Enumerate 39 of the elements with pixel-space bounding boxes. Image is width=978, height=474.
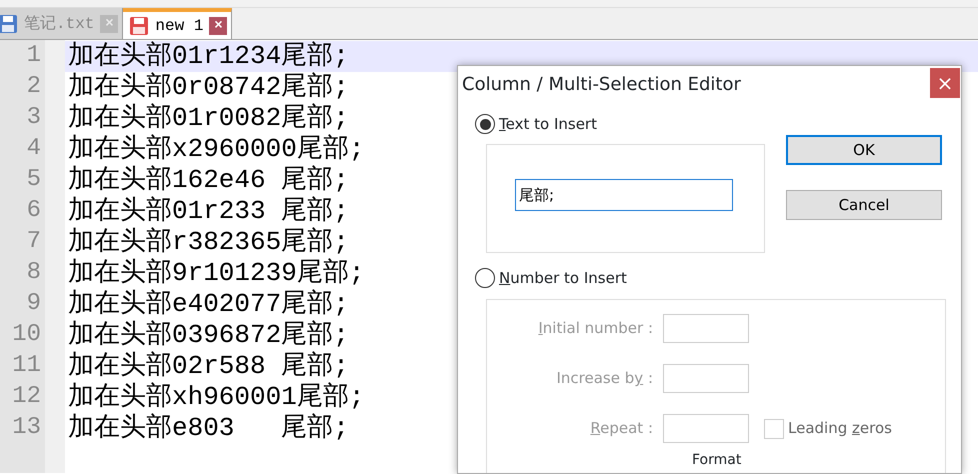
line-number: 12	[11, 382, 42, 412]
line-text: 加在头部x2960000尾部;	[68, 134, 364, 165]
field-label: Increase by :	[556, 368, 654, 390]
dialog-title: Column / Multi-Selection Editor	[461, 73, 742, 97]
line-number: 4	[26, 134, 42, 164]
line-text: 加在头部xh960001尾部;	[68, 382, 364, 413]
group-label: Format	[692, 452, 742, 469]
close-tab-button[interactable]: ×	[209, 16, 228, 34]
field-label: Initial number :	[537, 318, 654, 340]
line-number: 13	[11, 413, 42, 443]
line-text: 加在头部e402077尾部;	[68, 289, 349, 320]
line-number: 10	[11, 320, 42, 350]
line-number: 5	[26, 165, 42, 195]
line-text: 加在头部02r588 尾部;	[68, 351, 349, 382]
tab[interactable]: new 1 ×	[123, 8, 232, 39]
line-text: 加在头部162e46 尾部;	[68, 165, 349, 196]
line-text: 加在头部01r233 尾部;	[68, 196, 349, 227]
line-text: 加在头部01r0082尾部;	[68, 103, 349, 134]
line-number: 9	[26, 289, 42, 319]
line-number: 3	[26, 103, 42, 133]
line-text: 加在头部r382365尾部;	[68, 227, 349, 258]
line-number: 1	[26, 41, 42, 71]
line-text: 加在头部0396872尾部;	[68, 320, 349, 351]
line-number: 11	[11, 351, 42, 381]
checkbox-label: Leading zeros	[788, 418, 892, 440]
dialog-button[interactable]: Cancel	[786, 190, 942, 220]
line-number: 8	[26, 258, 42, 288]
line-number: 2	[26, 72, 42, 102]
field-label: Repeat :	[589, 418, 654, 440]
text-input-field[interactable]: 尾部;	[515, 179, 733, 211]
line-number: 6	[26, 196, 42, 226]
line-number: 7	[26, 227, 42, 257]
line-text: 加在头部01r1234尾部;	[68, 41, 349, 72]
line-text: 加在头部e803 尾部;	[68, 413, 349, 444]
radio-option[interactable]: Text to Insert	[475, 113, 597, 136]
close-button[interactable]: ×	[930, 68, 960, 98]
line-text: 加在头部9r101239尾部;	[68, 258, 364, 289]
dialog-button[interactable]: OK	[786, 135, 942, 165]
line-text: 加在头部0r08742尾部;	[68, 72, 349, 103]
